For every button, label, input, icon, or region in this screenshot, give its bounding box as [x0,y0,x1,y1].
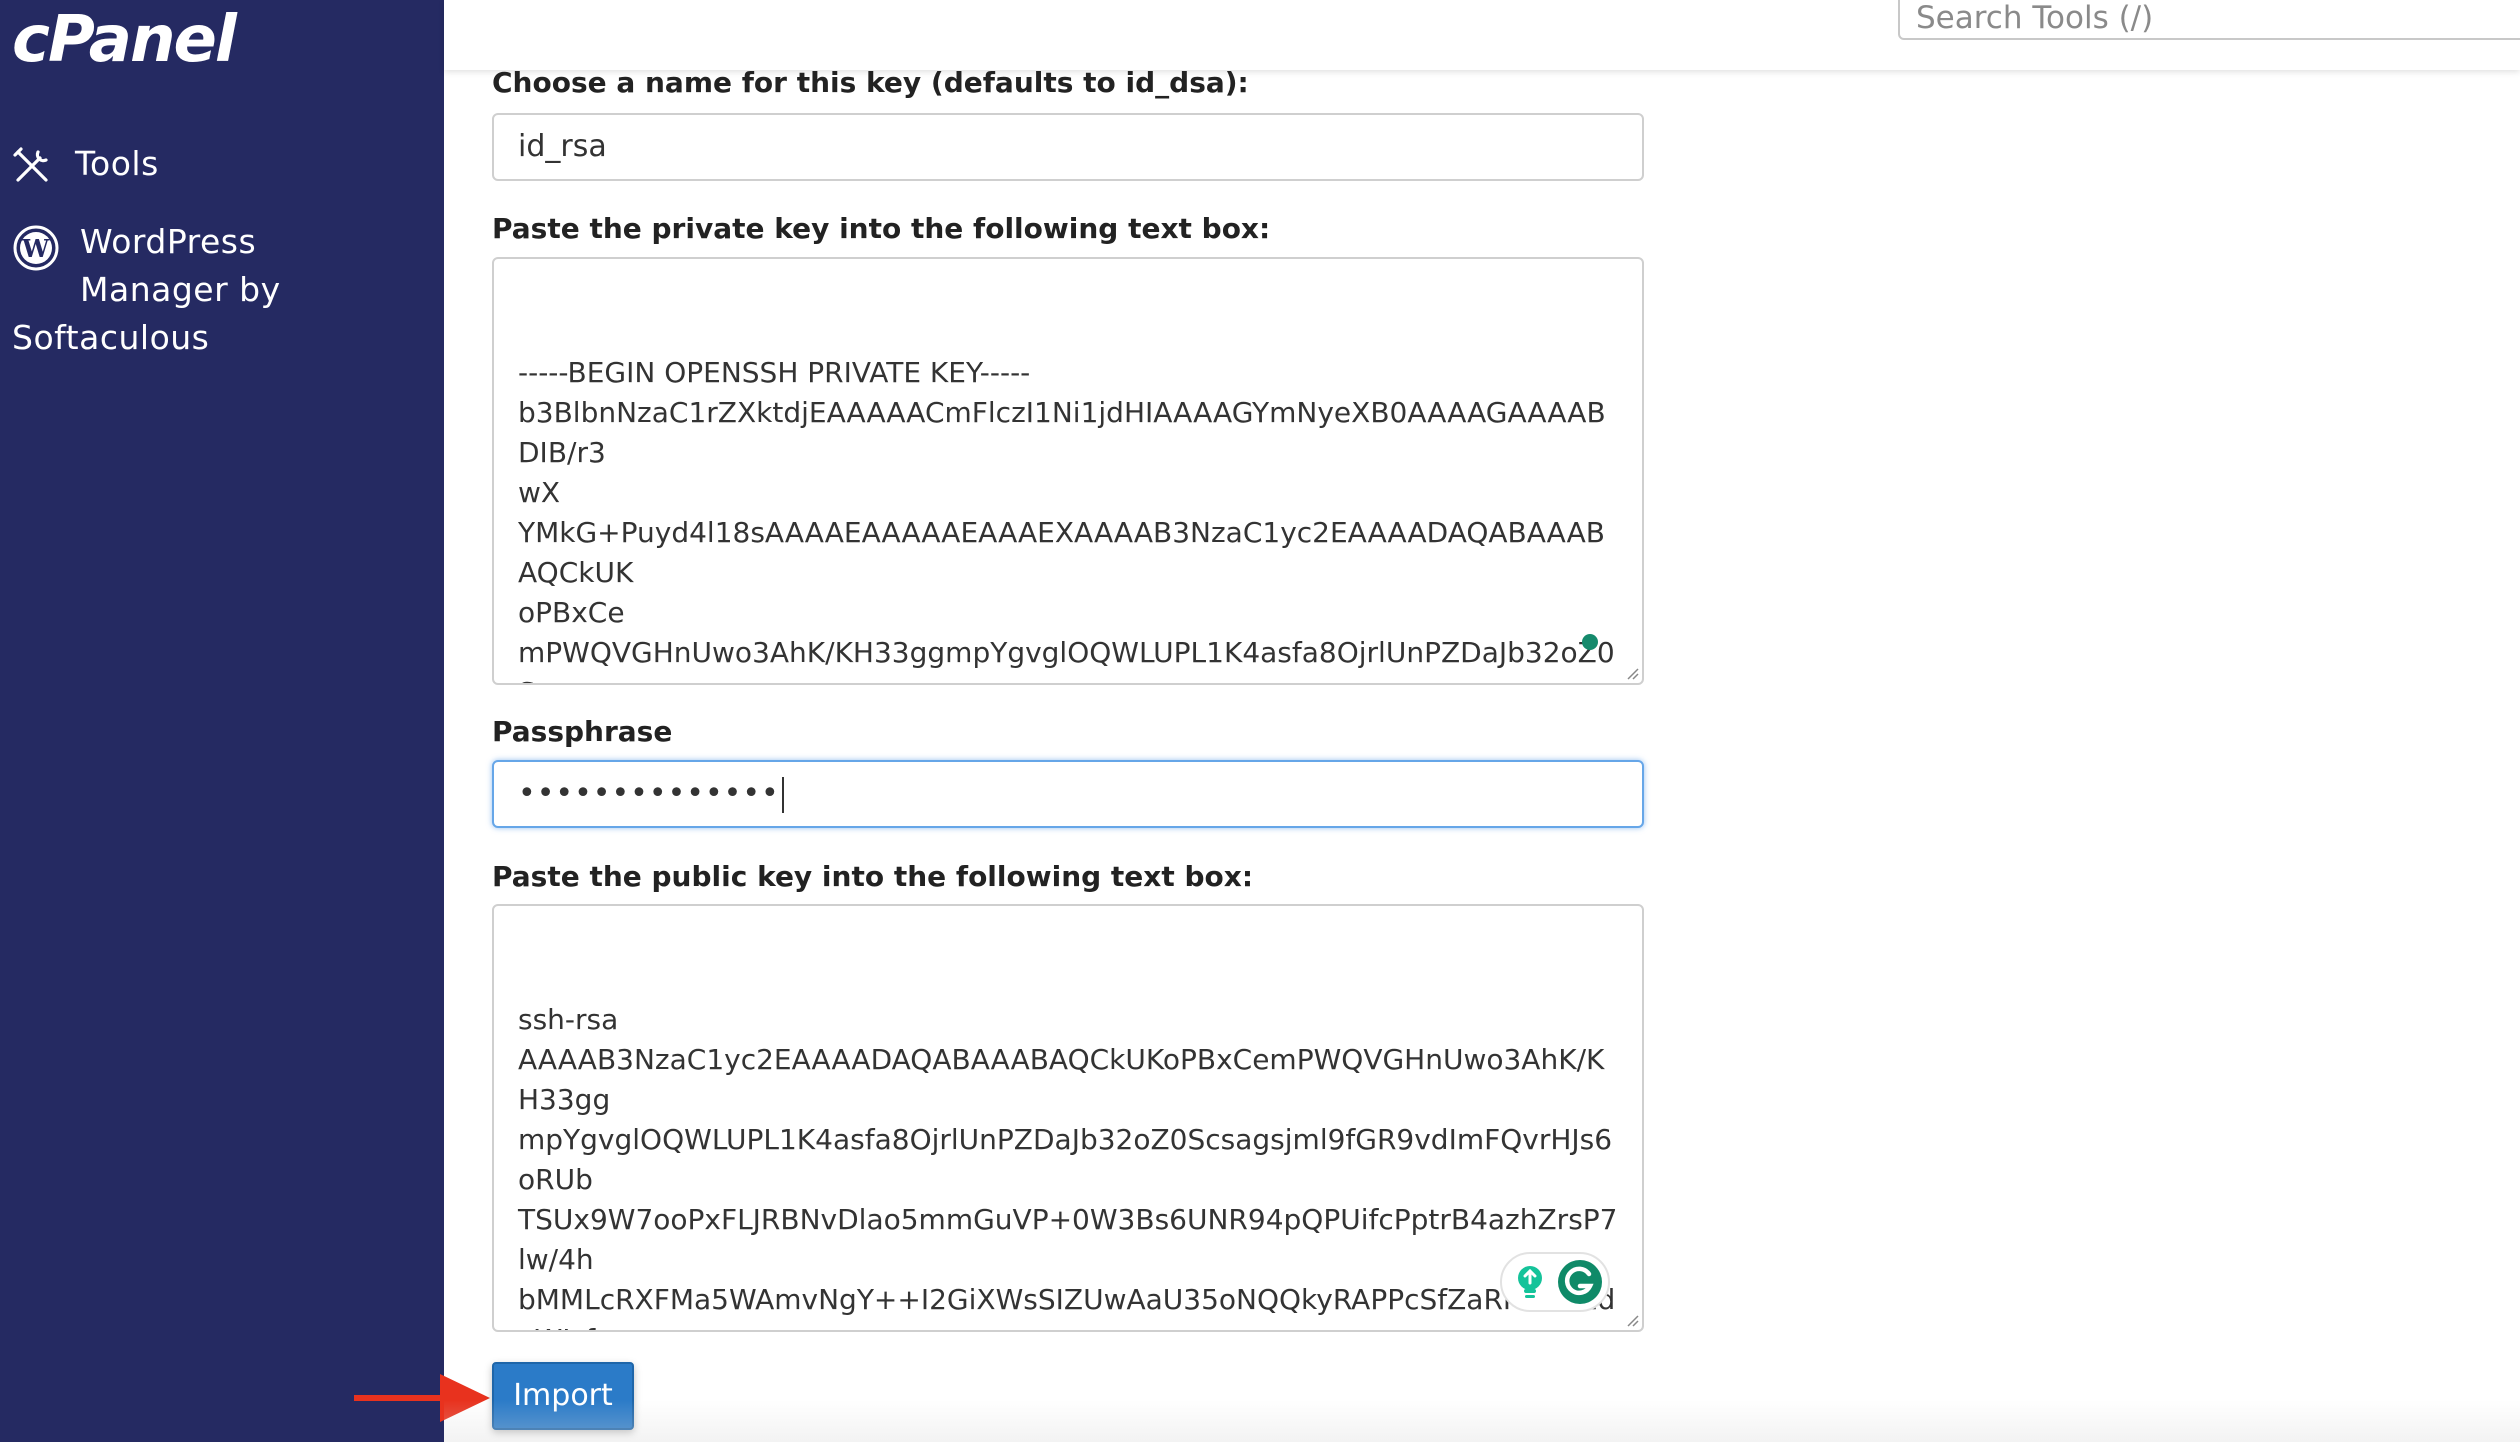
grammarly-icon[interactable] [1556,1258,1604,1306]
passphrase-value: •••••••••••••• [518,776,780,811]
top-bar: Search Tools (/) [444,0,2520,70]
passphrase-input[interactable]: •••••••••••••• [492,760,1644,828]
bottom-shadow [444,1400,2520,1442]
public-key-textarea[interactable]: ssh-rsa AAAAB3NzaC1yc2EAAAADAQABAAABAQCk… [492,904,1644,1332]
resize-grip-icon[interactable] [1624,1312,1640,1328]
wordpress-label-line-2: Manager by [80,270,281,309]
private-key-text: -----BEGIN OPENSSH PRIVATE KEY----- b3Bl… [518,356,1615,683]
key-name-label: Choose a name for this key (defaults to … [492,66,1249,99]
text-cursor [781,776,784,813]
search-tools-input[interactable]: Search Tools (/) [1898,0,2520,40]
grammarly-widget[interactable] [1500,1252,1610,1312]
cpanel-logo[interactable]: cPanel [12,0,237,80]
wordpress-label-line-3: Softaculous [12,318,210,357]
sidebar-item-tools-label: Tools [75,144,159,183]
wordpress-label-line-1: WordPress [80,222,257,261]
passphrase-label: Passphrase [492,715,673,748]
private-key-textarea[interactable]: -----BEGIN OPENSSH PRIVATE KEY----- b3Bl… [492,257,1644,685]
key-name-input[interactable]: id_rsa [492,113,1644,181]
private-key-label: Paste the private key into the following… [492,212,1271,245]
resize-grip-icon[interactable] [1624,665,1640,681]
public-key-label: Paste the public key into the following … [492,860,1254,893]
lightbulb-icon[interactable] [1510,1262,1550,1302]
public-key-text: ssh-rsa AAAAB3NzaC1yc2EAAAADAQABAAABAQCk… [518,1003,1618,1330]
sidebar: cPanel Tools W WordPress Manager by Soft… [0,0,444,1442]
sidebar-item-wordpress-label: WordPress Manager by Softaculous [12,218,312,362]
grammarly-status-icon[interactable] [1582,634,1598,650]
tools-icon [13,147,48,182]
